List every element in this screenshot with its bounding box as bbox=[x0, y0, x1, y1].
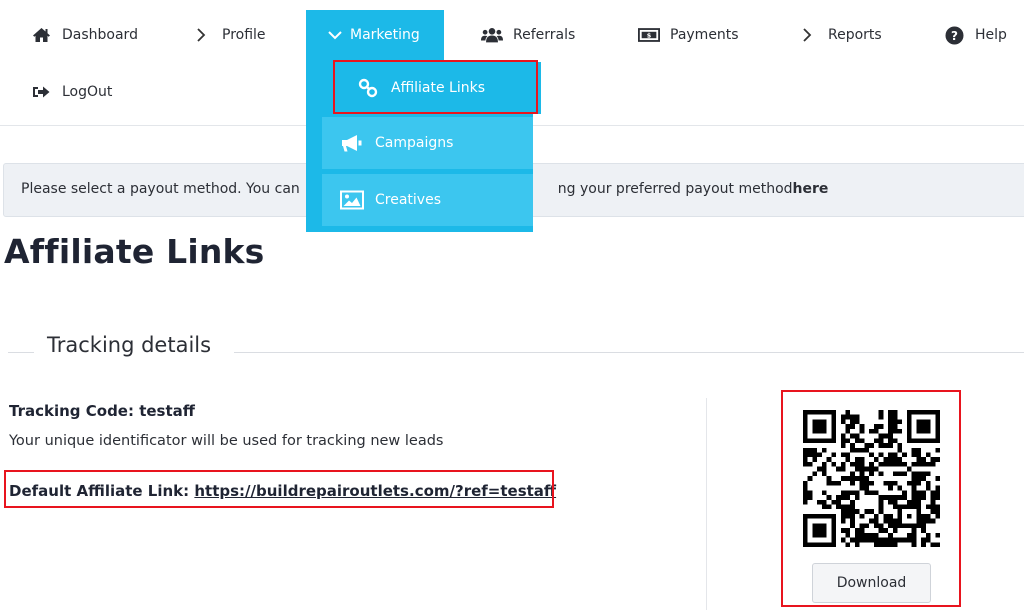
fieldset-divider-left bbox=[8, 352, 34, 353]
nav-item-referrals[interactable]: Referrals bbox=[481, 24, 575, 46]
chevron-right-icon bbox=[796, 26, 818, 44]
qr-code-image bbox=[803, 410, 940, 547]
home-icon bbox=[30, 26, 52, 44]
nav-item-profile[interactable]: Profile bbox=[190, 24, 266, 46]
nav-item-marketing[interactable]: Marketing bbox=[326, 24, 420, 46]
nav-label-help: Help bbox=[975, 27, 1007, 43]
money-bill-icon: $ bbox=[638, 26, 660, 44]
sign-out-icon bbox=[30, 83, 52, 101]
dropdown-item-affiliate-links[interactable]: Affiliate Links bbox=[333, 62, 541, 114]
dropdown-item-campaigns[interactable]: Campaigns bbox=[322, 117, 533, 169]
fieldset-divider-right bbox=[234, 352, 1024, 353]
nav-label-profile: Profile bbox=[222, 27, 266, 43]
page-title: Affiliate Links bbox=[4, 232, 265, 271]
link-icon bbox=[355, 77, 381, 99]
chevron-right-icon bbox=[190, 26, 212, 44]
svg-text:?: ? bbox=[951, 29, 958, 43]
nav-item-dashboard[interactable]: Dashboard bbox=[30, 24, 138, 46]
default-affiliate-link-url[interactable]: https://buildrepairoutlets.com/?ref=test… bbox=[194, 482, 556, 500]
nav-label-reports: Reports bbox=[828, 27, 882, 43]
notice-text-left: Please select a payout method. You can bbox=[21, 181, 300, 197]
nav-item-logout[interactable]: LogOut bbox=[30, 81, 112, 103]
image-icon bbox=[339, 189, 365, 211]
users-icon bbox=[481, 26, 503, 44]
marketing-dropdown: Affiliate Links Campaigns Creatives bbox=[306, 60, 541, 232]
notice-link-here[interactable]: here bbox=[793, 181, 829, 197]
bullhorn-icon bbox=[339, 132, 365, 154]
nav-item-payments[interactable]: $ Payments bbox=[638, 24, 739, 46]
svg-text:$: $ bbox=[647, 32, 652, 40]
nav-label-payments: Payments bbox=[670, 27, 739, 43]
tracking-code-description: Your unique identificator will be used f… bbox=[9, 433, 444, 449]
column-divider bbox=[706, 398, 707, 610]
nav-item-marketing-active[interactable]: Marketing bbox=[306, 10, 444, 60]
nav-label-logout: LogOut bbox=[62, 84, 113, 100]
nav-item-help[interactable]: ? Help bbox=[943, 24, 1007, 46]
nav-item-reports[interactable]: Reports bbox=[796, 24, 882, 46]
dropdown-label-affiliate-links: Affiliate Links bbox=[391, 80, 485, 96]
dropdown-item-creatives[interactable]: Creatives bbox=[322, 174, 533, 226]
default-affiliate-link: Default Affiliate Link: https://buildrep… bbox=[9, 482, 556, 500]
dropdown-label-creatives: Creatives bbox=[375, 192, 441, 208]
nav-label-dashboard: Dashboard bbox=[62, 27, 138, 43]
nav-label-referrals: Referrals bbox=[513, 27, 576, 43]
dropdown-label-campaigns: Campaigns bbox=[375, 135, 454, 151]
default-affiliate-link-label: Default Affiliate Link: bbox=[9, 482, 195, 500]
notice-text-right: ng your preferred payout method bbox=[557, 181, 793, 197]
tracking-code-label: Tracking Code: testaff bbox=[9, 402, 195, 420]
download-qr-button[interactable]: Download bbox=[812, 563, 931, 603]
chevron-down-icon bbox=[326, 26, 344, 44]
fieldset-legend-tracking-details: Tracking details bbox=[47, 333, 212, 357]
question-circle-icon: ? bbox=[943, 26, 965, 44]
nav-label-marketing: Marketing bbox=[350, 27, 420, 43]
